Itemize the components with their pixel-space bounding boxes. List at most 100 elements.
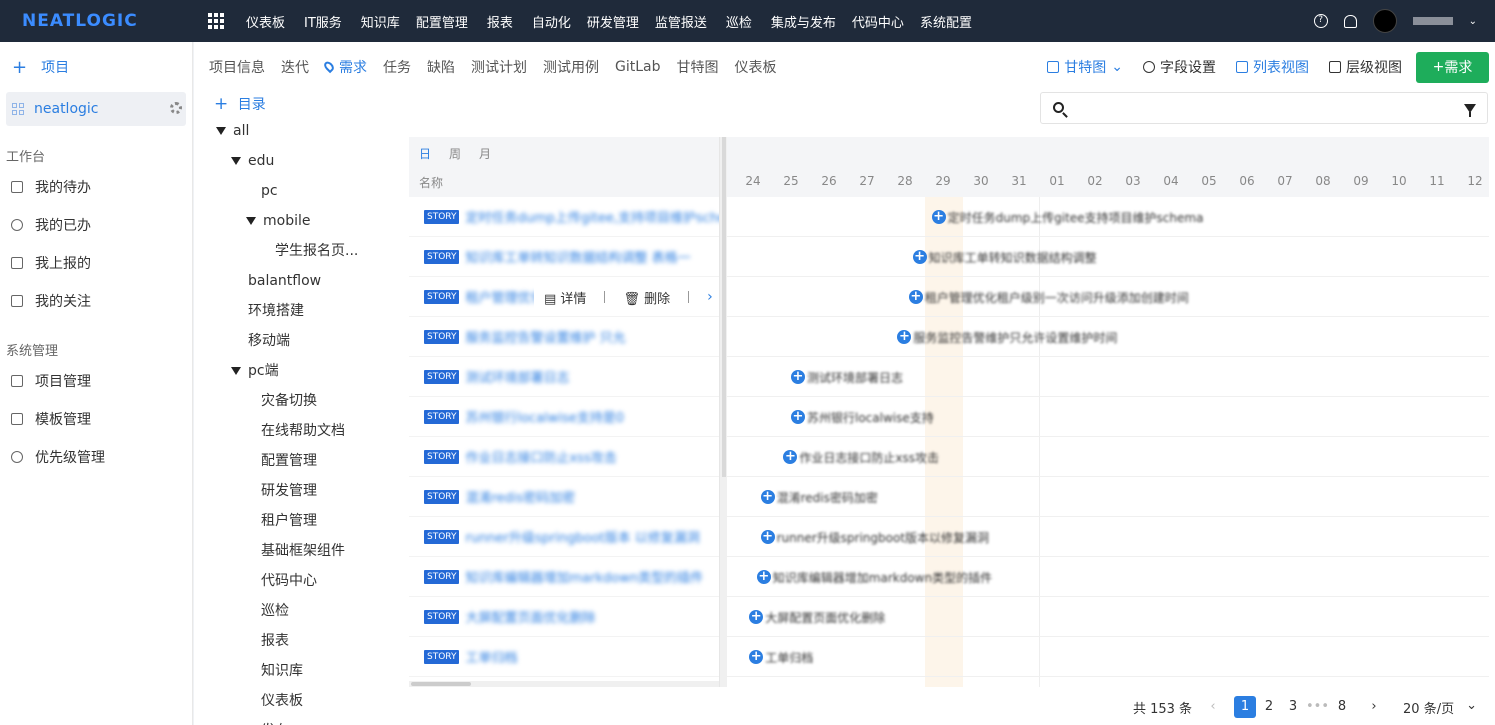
page-number-button[interactable]: 1 [1234, 696, 1257, 718]
bell-icon[interactable] [1343, 14, 1357, 28]
detail-button[interactable]: ▤ 详情 [544, 288, 586, 307]
catalog-node[interactable]: 发布 [194, 716, 409, 725]
gantt-task-row[interactable]: STORY 定时任务dump上传gitee,支持项目维护schema [409, 197, 721, 237]
task-title-link[interactable]: 工单归档 [465, 647, 517, 666]
add-project-button[interactable]: + 项目 [0, 42, 192, 92]
nav-menu-item[interactable]: 巡检 [715, 12, 763, 31]
page-number-button[interactable]: 3 [1282, 696, 1304, 718]
avatar[interactable] [1372, 9, 1397, 33]
task-title-link[interactable]: 定时任务dump上传gitee,支持项目维护schema [465, 207, 721, 226]
task-title-link[interactable]: 服务监控告警设置维护 只允 [465, 327, 625, 346]
page-number-button[interactable]: ••• [1306, 696, 1329, 718]
tab-item[interactable]: 甘特图 [677, 57, 719, 77]
chevron-right-icon[interactable]: › [707, 289, 713, 305]
tab-item[interactable]: 任务 [383, 57, 411, 77]
task-title-link[interactable]: runner升级springboot版本 以修复漏洞 [465, 527, 699, 546]
catalog-node[interactable]: edu [194, 146, 409, 176]
tab-item[interactable]: 缺陷 [427, 57, 455, 77]
gantt-task-row[interactable]: STORY 作业日志接口防止xss攻击 [409, 437, 721, 477]
catalog-node[interactable]: all [194, 116, 409, 146]
add-subtask-icon[interactable]: + [756, 570, 771, 584]
gantt-bar[interactable]: + 工单归档 [749, 649, 813, 665]
level-view-button[interactable]: 层级视图 [1329, 57, 1402, 77]
app-grid-icon[interactable] [208, 13, 224, 29]
time-scale-option[interactable]: 日 [419, 145, 431, 162]
current-project[interactable]: neatlogic [6, 92, 186, 126]
task-title-link[interactable]: 租户管理优化 [465, 287, 543, 306]
gantt-bar[interactable]: + 定时任务dump上传gitee支持项目维护schema [931, 209, 1203, 225]
gantt-bar[interactable]: + 租户管理优化租户级别一次访问升级添加创建时间 [908, 289, 1189, 305]
caret-down-icon[interactable] [231, 157, 241, 165]
nav-menu-item[interactable]: 知识库 [353, 12, 408, 31]
gantt-task-row[interactable]: STORY 苏州银行localwise支持是0 [409, 397, 721, 437]
nav-menu-item[interactable]: 监管报送 [647, 12, 715, 31]
page-size-select[interactable]: 20 条/页 ⌄ [1403, 698, 1477, 717]
gantt-splitter[interactable] [719, 137, 727, 687]
catalog-node[interactable]: mobile [194, 206, 409, 236]
sidebar-item[interactable]: 优先级管理 [0, 438, 192, 476]
sidebar-item[interactable]: 我上报的 [0, 244, 192, 282]
task-title-link[interactable]: 知识库编辑器增加markdown类型的插件 [465, 567, 703, 586]
gantt-bar[interactable]: + 测试环境部署日志 [791, 369, 903, 385]
task-title-link[interactable]: 苏州银行localwise支持是0 [465, 407, 624, 426]
gantt-bar[interactable]: + 混淆redis密码加密 [760, 489, 878, 505]
catalog-node[interactable]: 环境搭建 [194, 296, 409, 326]
add-requirement-button[interactable]: + 需求 [1416, 51, 1489, 83]
gantt-bar[interactable]: + 苏州银行localwise支持 [791, 409, 934, 425]
task-title-link[interactable]: 混淆redis密码加密 [465, 487, 575, 506]
caret-down-icon[interactable] [216, 127, 226, 135]
catalog-node[interactable]: pc [194, 176, 409, 206]
catalog-node[interactable]: 在线帮助文档 [194, 416, 409, 446]
nav-menu-item[interactable]: 研发管理 [579, 12, 647, 31]
caret-down-icon[interactable] [231, 367, 241, 375]
catalog-node[interactable]: 巡检 [194, 596, 409, 626]
gantt-bar[interactable]: + 大屏配置页面优化删除 [749, 609, 885, 625]
gantt-bar[interactable]: + 作业日志接口防止xss攻击 [783, 449, 939, 465]
nav-menu-item[interactable]: 仪表板 [238, 12, 293, 31]
gantt-task-row[interactable]: STORY 服务监控告警设置维护 只允 [409, 317, 721, 357]
add-subtask-icon[interactable]: + [783, 450, 798, 464]
app-logo[interactable]: NEATLOGIC [0, 11, 190, 31]
gantt-bar[interactable]: + runner升级springboot版本以修复漏洞 [760, 529, 989, 545]
add-subtask-icon[interactable]: + [760, 530, 775, 544]
time-scale-option[interactable]: 周 [449, 145, 461, 162]
catalog-node[interactable]: 配置管理 [194, 446, 409, 476]
gantt-bar[interactable]: + 知识库工单转知识数据结构调整 [912, 249, 1097, 265]
task-title-link[interactable]: 知识库工单转知识数据结构调整 表格一 [465, 247, 690, 266]
delete-button[interactable]: 🗑 删除 [623, 288, 670, 307]
catalog-node[interactable]: 报表 [194, 626, 409, 656]
time-scale-option[interactable]: 月 [479, 145, 491, 162]
chevron-down-icon[interactable]: ⌄ [1469, 16, 1477, 27]
sidebar-item[interactable]: 我的待办 [0, 168, 192, 206]
catalog-node[interactable]: balantflow [194, 266, 409, 296]
nav-menu-item[interactable]: 系统配置 [912, 12, 980, 31]
page-number-button[interactable]: 8 [1331, 696, 1353, 718]
add-subtask-icon[interactable]: + [760, 490, 775, 504]
add-subtask-icon[interactable]: + [931, 210, 946, 224]
add-subtask-icon[interactable]: + [791, 370, 805, 384]
horizontal-scrollbar[interactable] [409, 681, 721, 687]
catalog-node[interactable]: 基础框架组件 [194, 536, 409, 566]
username-redacted[interactable] [1412, 17, 1453, 25]
task-title-link[interactable]: 作业日志接口防止xss攻击 [465, 447, 616, 466]
search-input[interactable] [1040, 92, 1488, 124]
sidebar-item[interactable]: 模板管理 [0, 400, 192, 438]
nav-menu-item[interactable]: 集成与发布 [763, 12, 844, 31]
gantt-task-row[interactable]: STORY 大屏配置页面优化删除 [409, 597, 721, 637]
sidebar-item[interactable]: 项目管理 [0, 362, 192, 400]
add-subtask-icon[interactable]: + [912, 250, 927, 264]
catalog-node[interactable]: 研发管理 [194, 476, 409, 506]
tab-item[interactable]: 需求 [322, 57, 367, 77]
catalog-node[interactable]: 租户管理 [194, 506, 409, 536]
sidebar-item[interactable]: 我的关注 [0, 282, 192, 320]
nav-menu-item[interactable]: 报表 [476, 12, 524, 31]
gantt-task-row[interactable]: STORY 租户管理优化 ▤ 详情 🗑 删除 › [409, 277, 721, 317]
nav-menu-item[interactable]: 配置管理 [408, 12, 476, 31]
page-number-button[interactable]: 2 [1258, 696, 1280, 718]
add-subtask-icon[interactable]: + [908, 290, 923, 304]
gantt-bar[interactable]: + 服务监控告警维护只允许设置维护时间 [897, 329, 1117, 345]
tab-item[interactable]: 迭代 [281, 57, 309, 77]
prev-page-button[interactable]: ‹ [1202, 696, 1224, 718]
task-title-link[interactable]: 大屏配置页面优化删除 [465, 607, 595, 626]
gantt-bar[interactable]: + 知识库编辑器增加markdown类型的插件 [756, 569, 992, 585]
